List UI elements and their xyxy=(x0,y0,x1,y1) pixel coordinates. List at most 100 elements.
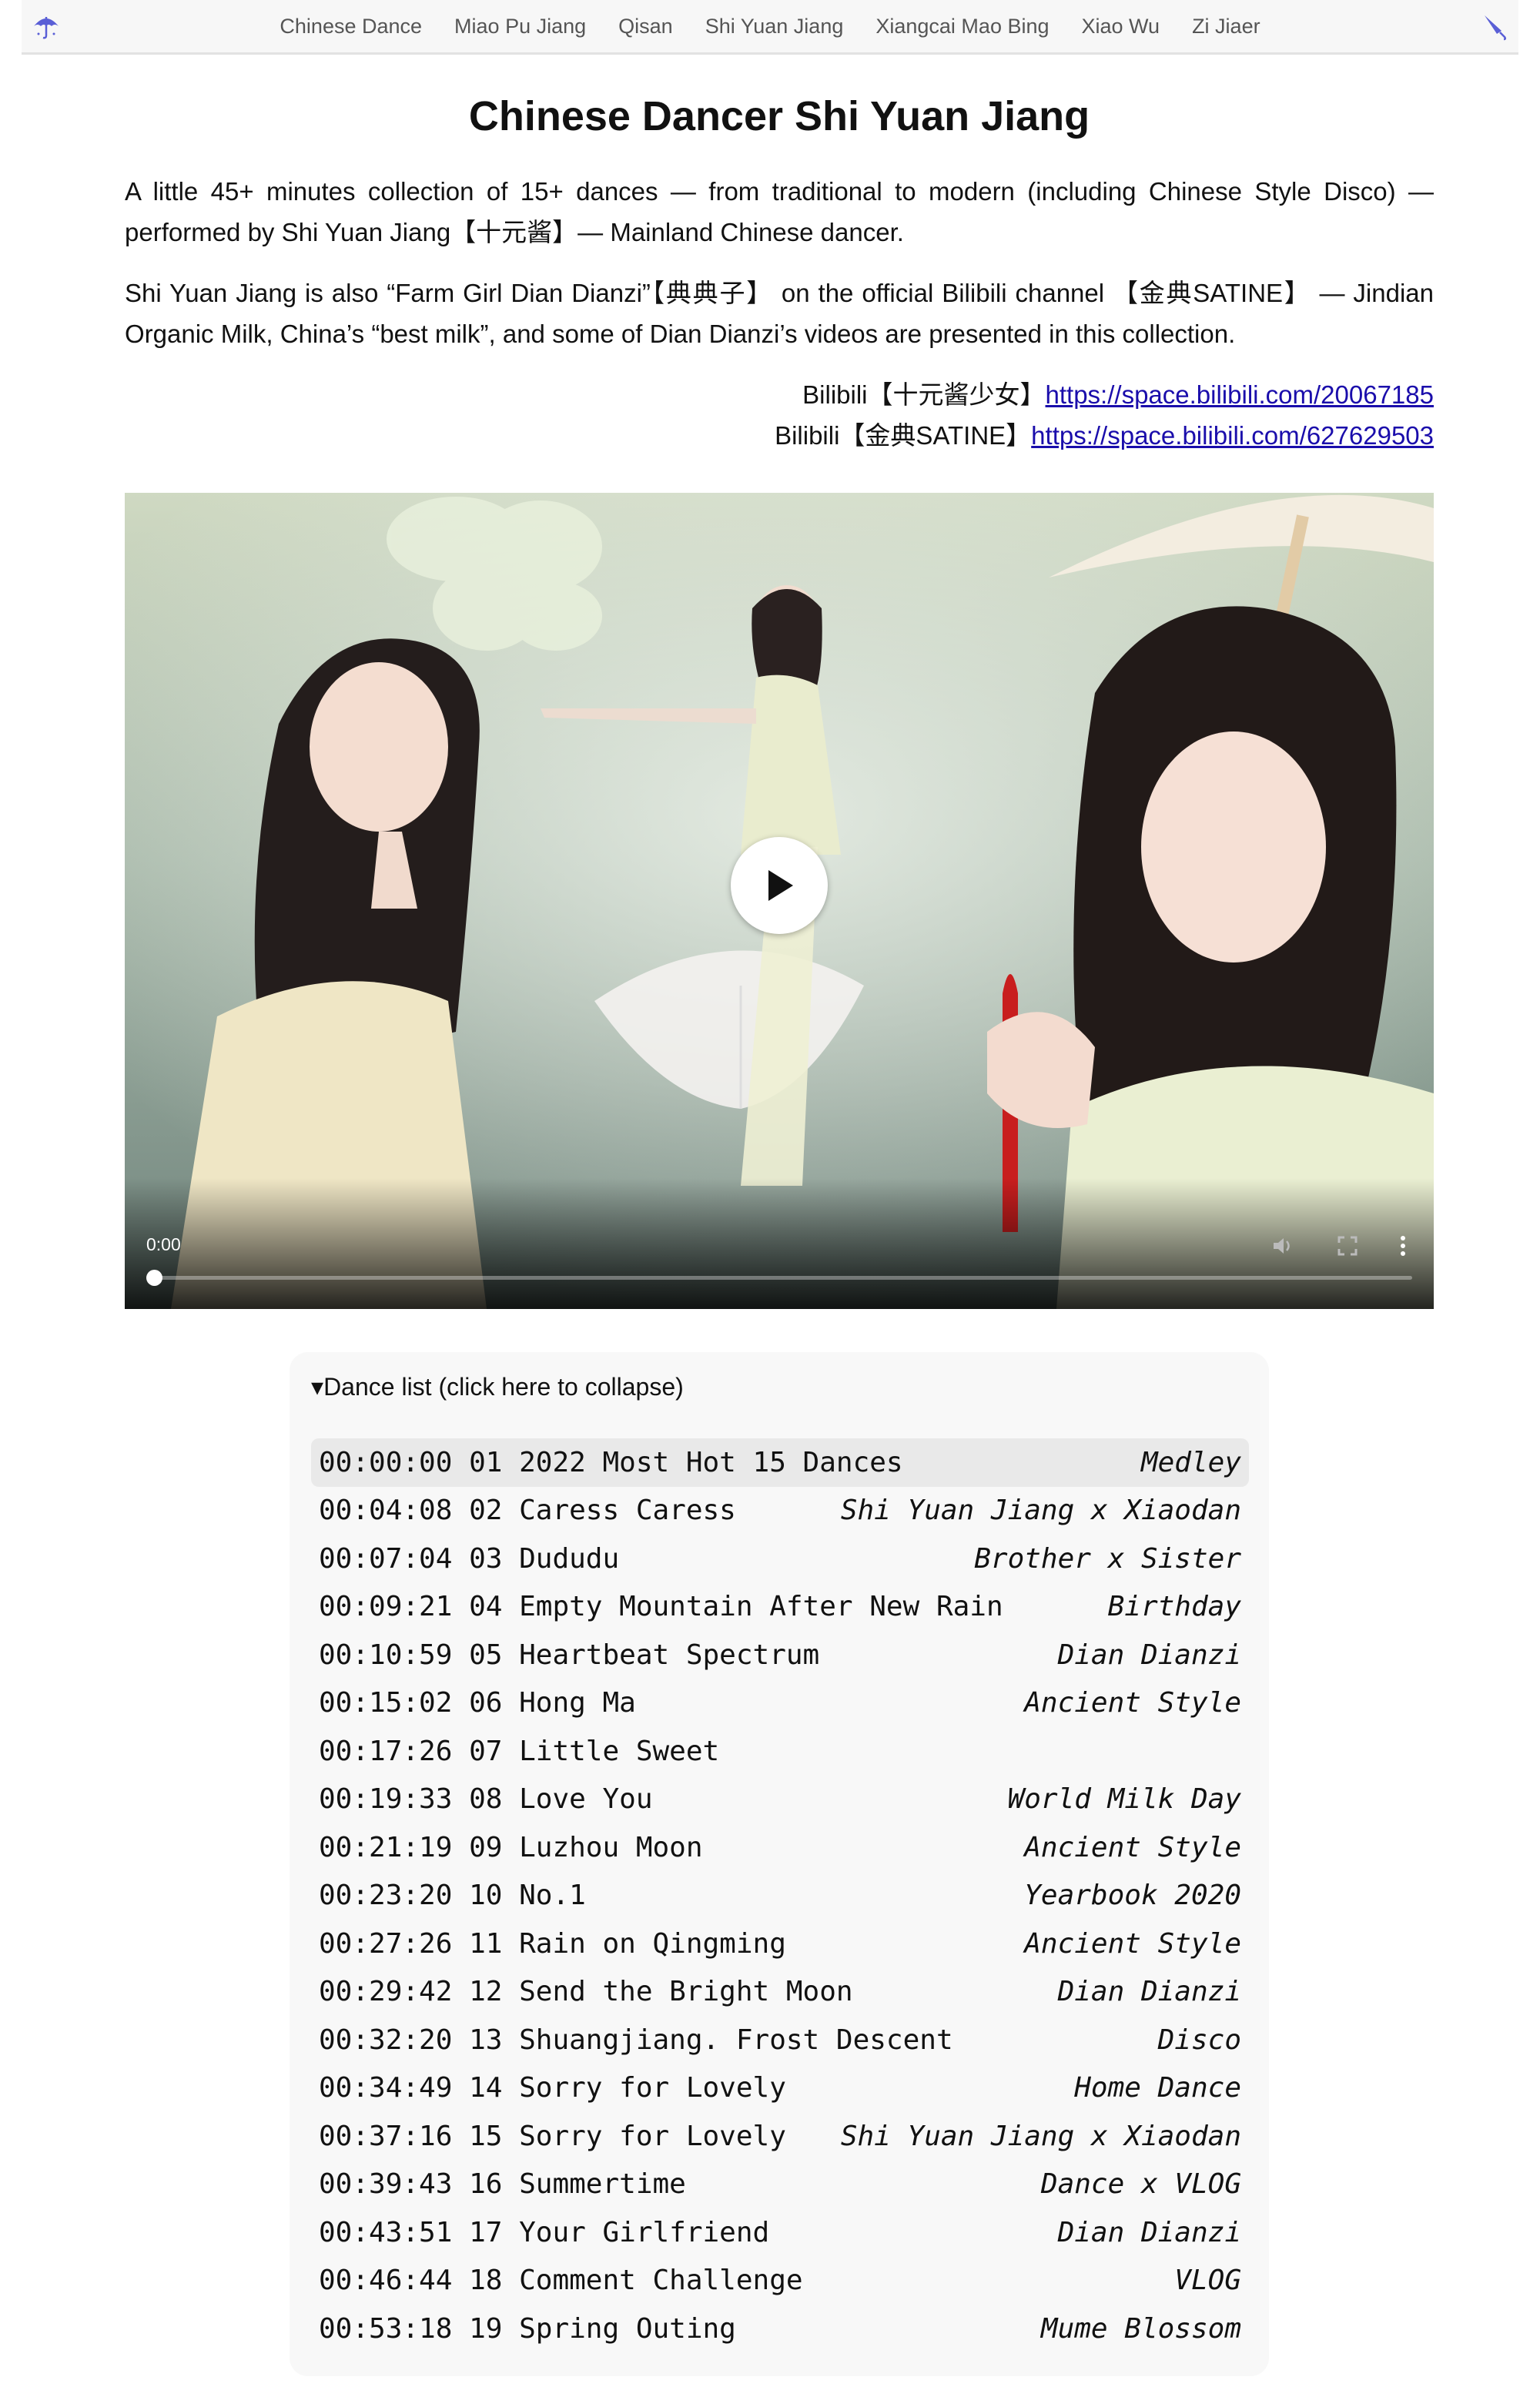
dance-title: 13 Shuangjiang. Frost Descent xyxy=(469,2024,953,2056)
nav-link-zi-jiaer[interactable]: Zi Jiaer xyxy=(1192,15,1260,38)
dance-timestamp: 00:04:08 xyxy=(319,1495,453,1527)
dance-entry: 00:19:33 08 Love You xyxy=(319,1783,653,1815)
dance-list-item[interactable]: 00:53:18 19 Spring Outing Mume Blossom xyxy=(311,2305,1249,2353)
dance-list-item[interactable]: 00:15:02 06 Hong Ma Ancient Style xyxy=(311,1679,1249,1728)
more-options-icon[interactable] xyxy=(1391,1234,1415,1258)
dance-title: 12 Send the Bright Moon xyxy=(469,1976,853,2008)
dance-timestamp: 00:43:51 xyxy=(319,2216,453,2248)
nav-link-shi-yuan-jiang[interactable]: Shi Yuan Jiang xyxy=(705,15,844,38)
dance-title: 05 Heartbeat Spectrum xyxy=(469,1639,820,1671)
dance-list-item[interactable]: 00:00:00 01 2022 Most Hot 15 Dances Medle… xyxy=(311,1438,1249,1487)
dance-timestamp: 00:09:21 xyxy=(319,1591,453,1623)
dance-timestamp: 00:00:00 xyxy=(319,1446,453,1478)
dance-tag: Dian Dianzi xyxy=(1057,2216,1241,2248)
nav-link-miao-pu-jiang[interactable]: Miao Pu Jiang xyxy=(454,15,586,38)
dance-tag: Medley xyxy=(1140,1446,1241,1478)
progress-bar[interactable] xyxy=(146,1270,1412,1286)
dance-timestamp: 00:07:04 xyxy=(319,1542,453,1575)
video-controls: 0:00 xyxy=(125,1178,1434,1309)
dance-tag: VLOG xyxy=(1174,2265,1241,2297)
dance-tag: Yearbook 2020 xyxy=(1024,1880,1241,1912)
dance-list-item[interactable]: 00:34:49 14 Sorry for Lovely Home Dance xyxy=(311,2064,1249,2113)
dance-list-item[interactable]: 00:19:33 08 Love You World Milk Day xyxy=(311,1776,1249,1824)
bilibili-link-1[interactable]: https://space.bilibili.com/20067185 xyxy=(1046,380,1434,409)
intro-paragraph-1: A little 45+ minutes collection of 15+ d… xyxy=(125,177,1434,246)
dance-timestamp: 00:39:43 xyxy=(319,2168,453,2201)
dance-timestamp: 00:32:20 xyxy=(319,2024,453,2056)
bilibili-link-2[interactable]: https://space.bilibili.com/627629503 xyxy=(1031,421,1434,450)
dance-entry: 00:09:21 04 Empty Mountain After New Rai… xyxy=(319,1591,1003,1622)
dance-timestamp: 00:46:44 xyxy=(319,2265,453,2297)
nav-links: Chinese Dance Miao Pu Jiang Qisan Shi Yuan … xyxy=(22,0,1518,52)
dance-timestamp: 00:19:33 xyxy=(319,1783,453,1816)
dance-list-item[interactable]: 00:29:42 12 Send the Bright Moon Dian Dia… xyxy=(311,1968,1249,2017)
dance-entry: 00:17:26 07 Little Sweet xyxy=(319,1736,719,1767)
dance-entry: 00:34:49 14 Sorry for Lovely xyxy=(319,2072,786,2104)
dance-entry: 00:10:59 05 Heartbeat Spectrum xyxy=(319,1639,819,1671)
dance-list: 00:00:00 01 2022 Most Hot 15 Dances Medle… xyxy=(311,1438,1249,2353)
nav-link-xiangcai-mao-bing[interactable]: Xiangcai Mao Bing xyxy=(875,15,1049,38)
dance-list-item[interactable]: 00:10:59 05 Heartbeat Spectrum Dian Dianz… xyxy=(311,1631,1249,1679)
closed-umbrella-icon[interactable] xyxy=(1478,11,1509,42)
dance-tag: Dian Dianzi xyxy=(1057,1639,1241,1671)
fullscreen-icon[interactable] xyxy=(1335,1234,1360,1258)
dance-list-item[interactable]: 00:07:04 03 Dududu Brother x Sister xyxy=(311,1535,1249,1583)
dance-timestamp: 00:27:26 xyxy=(319,1927,453,1960)
dance-list-item[interactable]: 00:04:08 02 Caress Caress Shi Yuan Jiang … xyxy=(311,1487,1249,1535)
progress-knob[interactable] xyxy=(146,1270,162,1286)
dance-title: 04 Empty Mountain After New Rain xyxy=(469,1591,1003,1623)
top-nav: Chinese Dance Miao Pu Jiang Qisan Shi Yuan … xyxy=(22,0,1518,55)
nav-link-xiao-wu[interactable]: Xiao Wu xyxy=(1082,15,1160,38)
dance-entry: 00:32:20 13 Shuangjiang. Frost Descent xyxy=(319,2024,953,2056)
dance-list-item[interactable]: 00:32:20 13 Shuangjiang. Frost Descent Di… xyxy=(311,2016,1249,2064)
dance-entry: 00:15:02 06 Hong Ma xyxy=(319,1687,636,1719)
dance-tag: Ancient Style xyxy=(1024,1831,1241,1863)
video-player[interactable]: 0:00 xyxy=(125,493,1434,1309)
dance-list-panel: ▾Dance list (click here to collapse) 00:… xyxy=(290,1352,1269,2376)
dance-title: 19 Spring Outing xyxy=(469,2312,736,2345)
nav-link-qisan[interactable]: Qisan xyxy=(618,15,673,38)
dance-list-item[interactable]: 00:09:21 04 Empty Mountain After New Rai… xyxy=(311,1583,1249,1632)
dance-entry: 00:46:44 18 Comment Challenge xyxy=(319,2265,803,2296)
page-title: Chinese Dancer Shi Yuan Jiang xyxy=(468,93,1090,139)
nav-link-chinese-dance[interactable]: Chinese Dance xyxy=(280,15,422,38)
dance-list-item[interactable]: 00:46:44 18 Comment Challenge VLOG xyxy=(311,2257,1249,2305)
bilibili-label-1: Bilibili【十元酱少女】 xyxy=(802,380,1046,409)
dance-list-item[interactable]: 00:39:43 16 Summertime Dance x VLOG xyxy=(311,2161,1249,2209)
volume-icon[interactable] xyxy=(1270,1234,1295,1258)
dance-timestamp: 00:34:49 xyxy=(319,2072,453,2104)
bilibili-label-2: Bilibili【金典SATINE】 xyxy=(775,421,1032,450)
dance-list-item[interactable]: 00:43:51 17 Your Girlfriend Dian Dianzi xyxy=(311,2208,1249,2257)
dance-title: 02 Caress Caress xyxy=(469,1495,736,1527)
dance-list-item[interactable]: 00:23:20 10 No.1 Yearbook 2020 xyxy=(311,1872,1249,1920)
dance-list-toggle[interactable]: ▾Dance list (click here to collapse) xyxy=(311,1372,684,1401)
dance-list-item[interactable]: 00:21:19 09 Luzhou Moon Ancient Style xyxy=(311,1823,1249,1872)
dance-tag: Birthday xyxy=(1107,1591,1241,1623)
dance-tag: Disco xyxy=(1157,2024,1241,2056)
dance-timestamp: 00:53:18 xyxy=(319,2312,453,2345)
dance-timestamp: 00:17:26 xyxy=(319,1735,453,1767)
dance-list-item[interactable]: 00:37:16 15 Sorry for Lovely Shi Yuan Jia… xyxy=(311,2112,1249,2161)
dance-title: 08 Love You xyxy=(469,1783,653,1816)
dance-title: 10 No.1 xyxy=(469,1880,586,1912)
dance-title: 17 Your Girlfriend xyxy=(469,2216,770,2248)
time-display: 0:00 xyxy=(146,1234,181,1254)
dance-title: 07 Little Sweet xyxy=(469,1735,720,1767)
dance-timestamp: 00:29:42 xyxy=(319,1976,453,2008)
dance-list-item[interactable]: 00:27:26 11 Rain on Qingming Ancient Styl… xyxy=(311,1920,1249,1968)
dance-tag: Dance x VLOG xyxy=(1040,2168,1241,2201)
dance-entry: 00:27:26 11 Rain on Qingming xyxy=(319,1928,786,1960)
dance-list-item[interactable]: 00:17:26 07 Little Sweet xyxy=(311,1727,1249,1776)
dance-title: 03 Dududu xyxy=(469,1542,620,1575)
dance-entry: 00:04:08 02 Caress Caress xyxy=(319,1495,736,1526)
bilibili-links: Bilibili【十元酱少女】https://space.bilibili.co… xyxy=(125,374,1434,456)
dance-timestamp: 00:23:20 xyxy=(319,1880,453,1912)
dance-tag: Dian Dianzi xyxy=(1057,1976,1241,2008)
dance-entry: 00:39:43 16 Summertime xyxy=(319,2168,686,2200)
dance-tag: Ancient Style xyxy=(1024,1687,1241,1719)
dance-tag: Mume Blossom xyxy=(1040,2312,1241,2345)
dance-title: 15 Sorry for Lovely xyxy=(469,2120,786,2152)
dance-entry: 00:43:51 17 Your Girlfriend xyxy=(319,2217,769,2248)
dance-entry: 00:29:42 12 Send the Bright Moon xyxy=(319,1976,853,2007)
play-button[interactable] xyxy=(731,837,828,934)
